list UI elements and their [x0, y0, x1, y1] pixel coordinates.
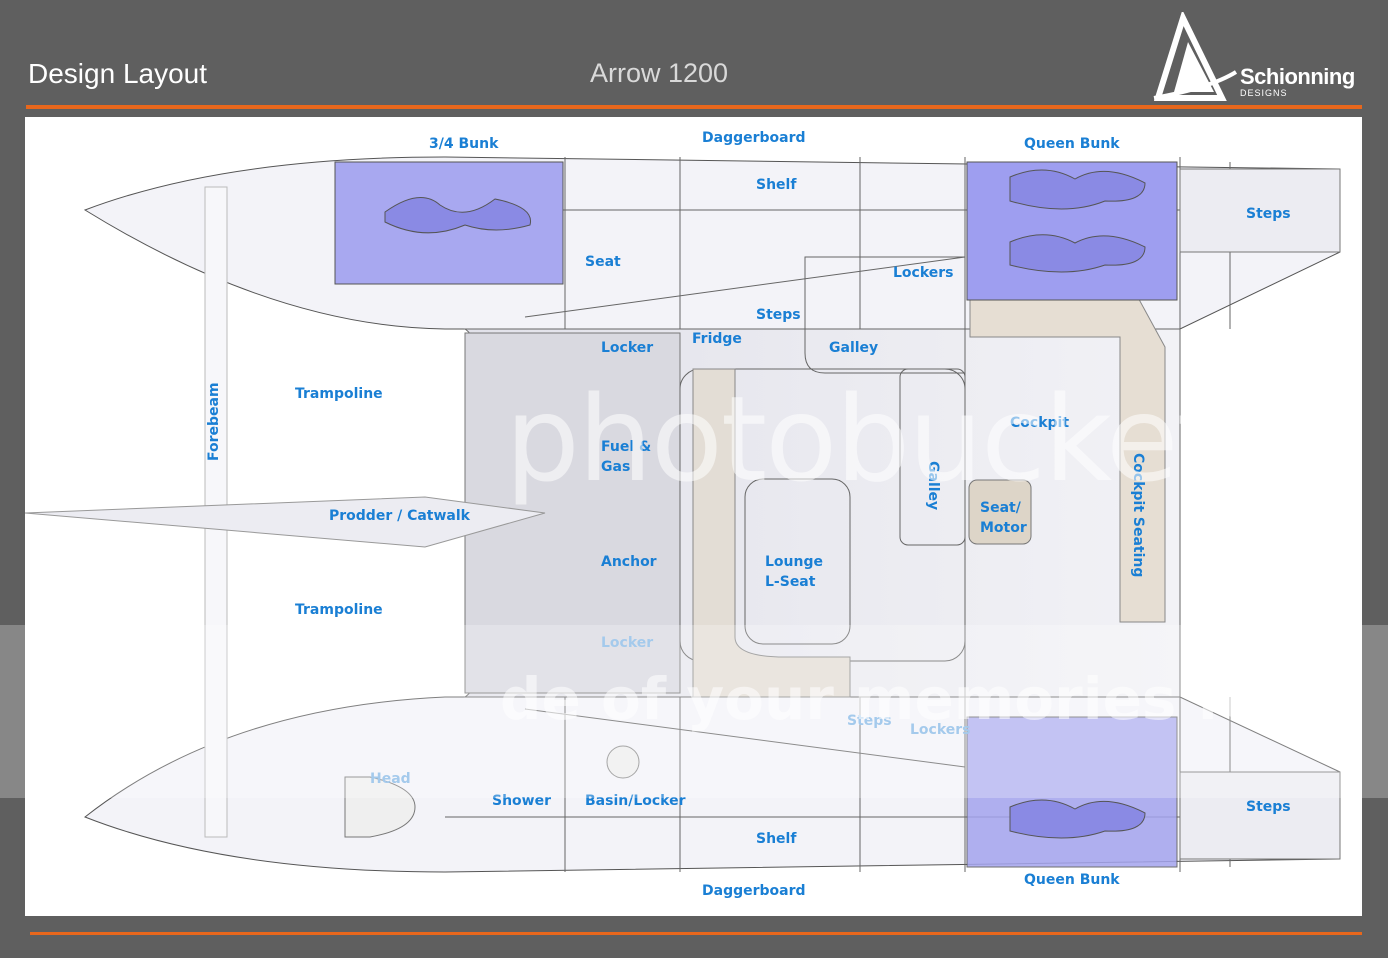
label-seat: Seat: [585, 254, 621, 270]
label-queen-bunk-top: Queen Bunk: [1024, 136, 1120, 152]
label-lounge-1: Lounge: [765, 554, 823, 570]
label-steps-bottom: Steps: [1246, 799, 1291, 815]
label-forebeam: Forebeam: [206, 382, 222, 461]
label-fridge: Fridge: [692, 331, 742, 347]
label-steps-mid: Steps: [756, 307, 801, 323]
label-steps-top: Steps: [1246, 206, 1291, 222]
label-lockers-top: Lockers: [893, 265, 954, 281]
label-queen-bunk-bottom: Queen Bunk: [1024, 872, 1120, 888]
label-shelf-top: Shelf: [756, 177, 797, 193]
header-rule: [26, 105, 1362, 109]
label-trampoline-top: Trampoline: [295, 386, 383, 402]
model-name: Arrow 1200: [590, 58, 729, 88]
label-galley: Galley: [829, 340, 879, 356]
label-shelf-bottom: Shelf: [756, 831, 797, 847]
label-seat-motor-2: Motor: [980, 520, 1027, 536]
logo-subtext: DESIGNS: [1240, 88, 1288, 98]
label-prodder: Prodder / Catwalk: [329, 508, 470, 524]
label-anchor: Anchor: [601, 554, 657, 570]
label-daggerboard-top: Daggerboard: [702, 130, 806, 146]
label-lounge-2: L-Seat: [765, 574, 816, 590]
logo-wordmark: Schionning: [1240, 64, 1355, 89]
watermark-tagline: de of your memories for: [500, 665, 1291, 733]
label-three-quarter-bunk: 3/4 Bunk: [429, 136, 499, 152]
watermark-text: photobucket: [505, 370, 1223, 508]
label-daggerboard-bottom: Daggerboard: [702, 883, 806, 899]
label-locker-top: Locker: [601, 340, 654, 356]
label-trampoline-bottom: Trampoline: [295, 602, 383, 618]
page-title: Design Layout: [28, 58, 208, 89]
footer-rule: [30, 932, 1362, 935]
